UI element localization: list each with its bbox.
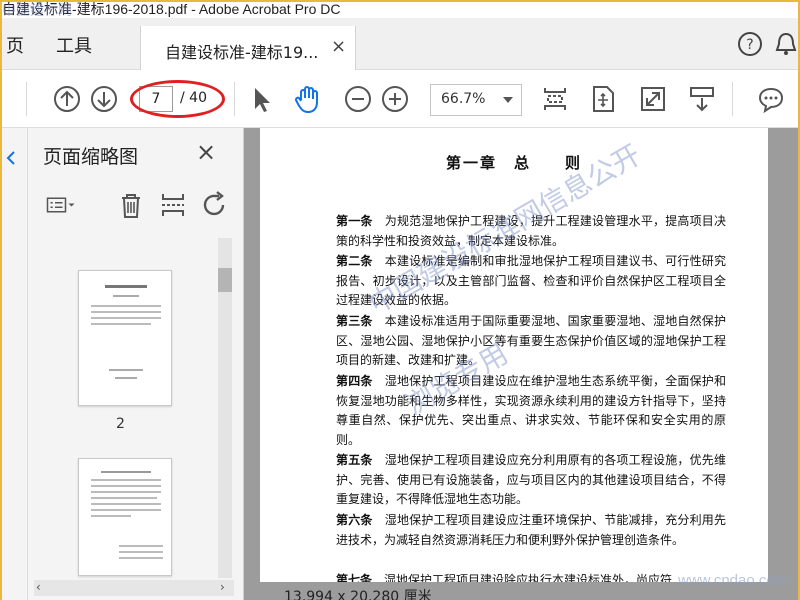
panel-close-icon[interactable]: × — [196, 138, 216, 166]
menu-home[interactable]: 页 — [6, 32, 24, 58]
article-text: 湿地保护工程项目建设应在维护湿地生态系统平衡，全面保护和恢复湿地功能和生物多样性… — [336, 374, 726, 447]
horizontal-scrollbar[interactable]: ‹ › — [34, 580, 234, 596]
top-watermark: 中国建标网 — [2, 3, 72, 19]
article-text: 本建设标准适用于国际重要湿地、国家重要湿地、湿地自然保护区、湿地公园、湿地保护小… — [336, 314, 726, 368]
document-page: 第一章 总 则 第一条 为规范湿地保护工程建设，提升工程建设管理水平，提高项目决… — [260, 128, 768, 582]
article-label: 第七条 — [336, 573, 373, 582]
read-mode-icon[interactable] — [687, 84, 717, 114]
scroll-left-icon[interactable]: ‹ — [36, 580, 41, 594]
page-thumbnails-panel: 页面缩略图 × 2 ‹ › — [28, 128, 244, 600]
toolbar: 7 / 40 66.7% — [2, 70, 798, 128]
document-view[interactable]: 第一章 总 则 第一条 为规范湿地保护工程建设，提升工程建设管理水平，提高项目决… — [244, 128, 798, 600]
title-bar: 自建设标准-建标196-2018.pdf - Adobe Acrobat Pro… — [2, 1, 798, 19]
menu-tools[interactable]: 工具 — [56, 32, 92, 58]
thumbnail-options-icon[interactable] — [46, 190, 76, 220]
comment-icon[interactable] — [756, 84, 786, 114]
article-label: 第四条 — [336, 374, 373, 388]
delete-page-icon[interactable] — [116, 190, 146, 220]
select-cursor-icon[interactable] — [248, 84, 278, 114]
article-text: 湿地保护工程项目建设应充分利用原有的各项工程设施，优先维护、完善、使用已有设施装… — [336, 453, 726, 507]
page-thumbnail[interactable] — [78, 270, 172, 406]
article-label: 第六条 — [336, 513, 373, 527]
article-label: 第二条 — [336, 254, 373, 268]
tab-row: 页 工具 自建设标准-建标19... × ? — [2, 18, 798, 70]
toolbar-separator — [234, 82, 235, 116]
article-paragraph: 第六条 湿地保护工程项目建设应注重环境保护、节能减排，充分利用先进技术，为减轻自… — [336, 511, 726, 550]
article-paragraph: 第四条 湿地保护工程项目建设应在维护湿地生态系统平衡，全面保护和恢复湿地功能和生… — [336, 372, 726, 450]
chevron-down-icon — [503, 97, 513, 103]
toolbar-separator — [26, 82, 27, 116]
zoom-out-icon[interactable] — [343, 84, 373, 114]
next-page-icon[interactable] — [89, 84, 119, 114]
red-circle-annotation — [130, 80, 225, 118]
hand-tool-icon[interactable] — [292, 84, 322, 114]
tab-close-icon[interactable]: × — [331, 36, 346, 57]
chevron-left-icon[interactable] — [4, 148, 18, 168]
document-tab[interactable]: 自建设标准-建标19... × — [140, 26, 356, 70]
chapter-title: 第一章 总 则 — [445, 154, 582, 172]
article-paragraph: 第五条 湿地保护工程项目建设应充分利用原有的各项工程设施，优先维护、完善、使用已… — [336, 451, 726, 510]
thumbnail-content — [91, 285, 161, 379]
thumbnail-scrollbar-thumb[interactable] — [218, 268, 232, 292]
page-size-readout: 13.994 x 20.280 厘米 — [284, 589, 432, 600]
article-paragraph: 第七条 湿地保护工程项目建设除应执行本建设标准外，尚应符 — [336, 571, 726, 582]
rotate-page-icon[interactable] — [200, 190, 230, 220]
panel-title: 页面缩略图 — [43, 146, 139, 168]
thumbnail-content — [91, 471, 163, 559]
notification-bell-icon[interactable] — [772, 30, 800, 58]
document-tab-label: 自建设标准-建标19... — [165, 43, 319, 62]
article-paragraph: 第三条 本建设标准适用于国际重要湿地、国家重要湿地、湿地自然保护区、湿地公园、湿… — [336, 312, 726, 371]
page-thumbnail[interactable] — [78, 458, 172, 576]
zoom-value: 66.7% — [441, 91, 486, 107]
previous-page-icon[interactable] — [52, 84, 82, 114]
article-label: 第五条 — [336, 453, 373, 467]
article-label: 第三条 — [336, 314, 373, 328]
zoom-in-icon[interactable] — [380, 84, 410, 114]
corner-watermark: www.cndao.com — [678, 572, 788, 589]
insert-page-icon[interactable] — [158, 190, 188, 220]
article-text: 湿地保护工程项目建设除应执行本建设标准外，尚应符 — [384, 573, 673, 582]
zoom-select[interactable]: 66.7% — [430, 84, 522, 116]
scroll-right-icon[interactable]: › — [220, 580, 225, 594]
article-text: 湿地保护工程项目建设应注重环境保护、节能减排，充分利用先进技术，为减轻自然资源消… — [336, 513, 726, 547]
fit-page-icon[interactable] — [540, 84, 570, 114]
toolbar-separator — [732, 82, 733, 116]
navigation-strip — [2, 128, 28, 600]
svg-text:?: ? — [746, 37, 753, 53]
scroll-mode-icon[interactable] — [588, 84, 618, 114]
help-icon[interactable]: ? — [736, 30, 764, 58]
thumbnail-page-label: 2 — [116, 416, 125, 432]
full-screen-icon[interactable] — [638, 84, 668, 114]
article-label: 第一条 — [336, 214, 373, 228]
